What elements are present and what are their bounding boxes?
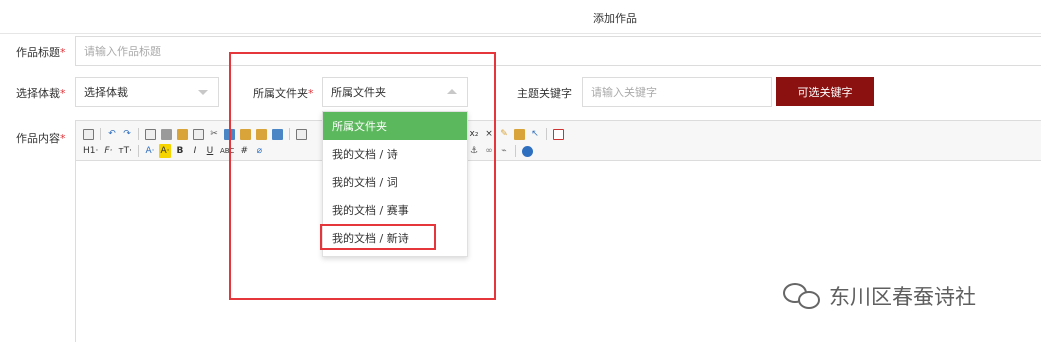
- title-input-box[interactable]: [75, 36, 1041, 66]
- font-size-icon[interactable]: тT·: [117, 144, 133, 158]
- genre-select-value: 选择体裁: [84, 86, 128, 99]
- source-icon[interactable]: [82, 127, 95, 141]
- preview-icon[interactable]: [144, 127, 157, 141]
- toolbar-separator: [137, 145, 139, 157]
- cut-icon[interactable]: ✂: [208, 127, 220, 141]
- print-icon[interactable]: [160, 127, 173, 141]
- page-title: 添加作品: [593, 12, 637, 25]
- font-family-icon[interactable]: F·: [102, 144, 114, 158]
- toolbar-separator: [138, 128, 139, 140]
- font-color-icon[interactable]: A·: [144, 144, 156, 158]
- editor-toolbar: ↶ ↷ ✂ x₂ × ✎ ↖ H1· F· тT· A· A· B I U AB…: [76, 121, 1041, 161]
- help-icon[interactable]: [521, 144, 534, 158]
- annotation-box-large: [229, 52, 496, 300]
- title-label-text: 作品标题: [16, 46, 60, 59]
- genre-label: 选择体裁*: [16, 85, 66, 101]
- clear-html-icon[interactable]: ✎: [498, 127, 510, 141]
- required-mark: *: [60, 46, 66, 59]
- header-divider: [0, 33, 1041, 34]
- template-icon[interactable]: [176, 127, 189, 141]
- undo-icon[interactable]: ↶: [106, 127, 118, 141]
- keyword-input[interactable]: [591, 85, 763, 99]
- chevron-down-icon: [198, 90, 208, 95]
- genre-select[interactable]: 选择体裁: [75, 77, 219, 107]
- keyword-input-box[interactable]: [582, 77, 772, 107]
- required-mark: *: [60, 87, 66, 100]
- redo-icon[interactable]: ↷: [121, 127, 133, 141]
- highlight-color-icon[interactable]: A·: [158, 144, 171, 158]
- required-mark: *: [60, 132, 66, 145]
- watermark-text: 东川区春蚕诗社: [829, 285, 976, 309]
- content-label: 作品内容*: [16, 130, 66, 146]
- keyword-label: 主题关键字: [517, 87, 572, 100]
- italic-icon[interactable]: I: [189, 144, 201, 158]
- wechat-icon: [783, 281, 823, 311]
- editor-body[interactable]: [76, 161, 1041, 342]
- fullscreen-icon[interactable]: [552, 127, 565, 141]
- select-all-icon[interactable]: ↖: [529, 127, 541, 141]
- bold-icon[interactable]: B: [174, 144, 186, 158]
- toolbar-separator: [100, 128, 101, 140]
- content-label-text: 作品内容: [16, 132, 60, 145]
- quick-format-icon[interactable]: [513, 127, 526, 141]
- watermark: 东川区春蚕诗社: [783, 281, 976, 311]
- keyword-picker-button[interactable]: 可选关键字: [776, 77, 874, 106]
- toolbar-separator: [546, 128, 547, 140]
- toolbar-separator: [515, 145, 516, 157]
- title-label: 作品标题*: [16, 44, 66, 60]
- unlink-icon[interactable]: ⌁: [498, 144, 510, 158]
- genre-label-text: 选择体裁: [16, 87, 60, 100]
- underline-icon[interactable]: U: [204, 144, 216, 158]
- code-icon[interactable]: [192, 127, 205, 141]
- annotation-box-new-poem: [320, 224, 436, 250]
- title-input[interactable]: [84, 44, 1041, 58]
- heading-icon[interactable]: H1·: [82, 144, 99, 158]
